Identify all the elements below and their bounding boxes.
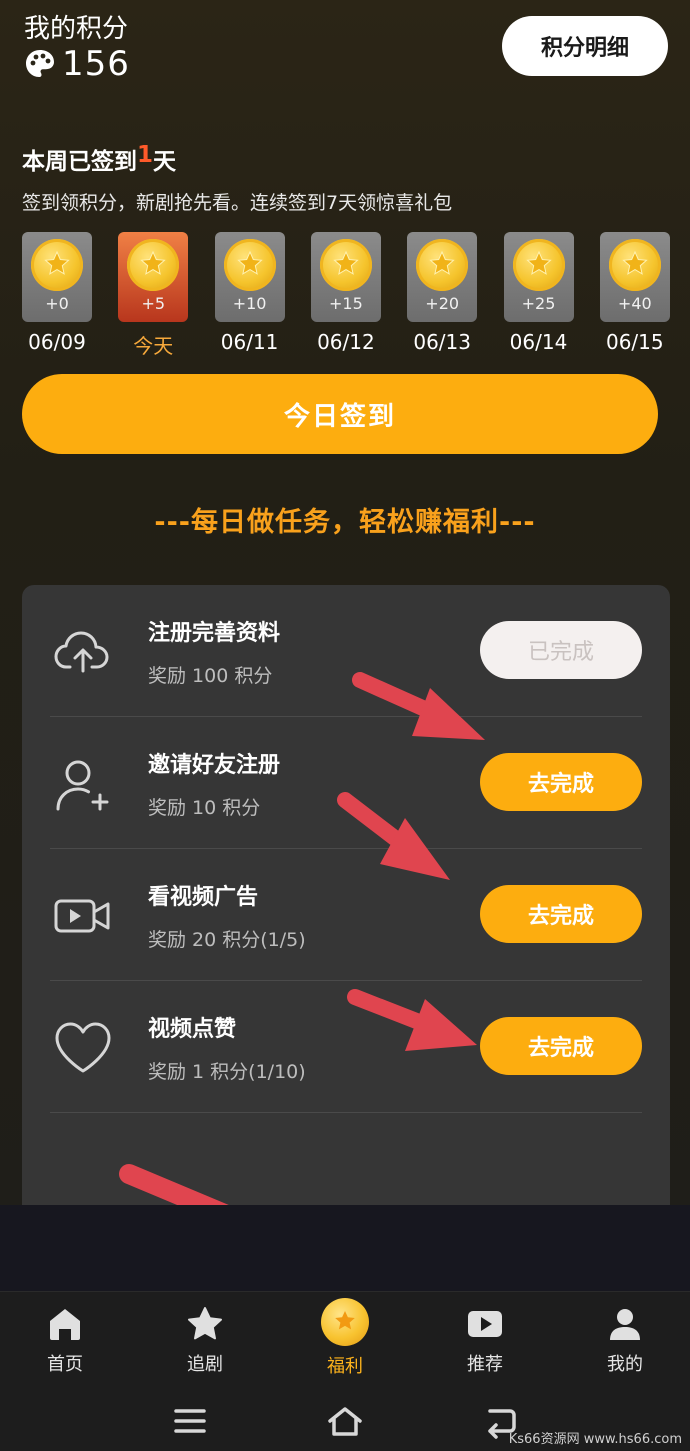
week-checkin-title: 本周已签到 1 天 xyxy=(22,142,176,176)
points-value: 156 xyxy=(62,44,130,84)
home-system-icon[interactable] xyxy=(325,1403,365,1439)
nav-item-drama[interactable]: 追剧 xyxy=(155,1304,255,1376)
checkin-day-bonus: +5 xyxy=(141,294,166,313)
bottom-nav: 首页 追剧 福利 推荐 我的 xyxy=(0,1291,690,1391)
menu-icon[interactable] xyxy=(170,1403,210,1439)
checkin-day: +40 06/15 xyxy=(599,232,670,354)
task-name: 视频点赞 xyxy=(148,1017,237,1042)
video-camera-icon xyxy=(54,899,110,933)
nav-item-welfare[interactable]: 福利 xyxy=(295,1298,395,1378)
week-checkin-subtitle: 签到领积分，新剧抢先看。连续签到7天领惊喜礼包 xyxy=(22,192,453,214)
checkin-day-date: 今天 xyxy=(133,334,174,358)
play-icon xyxy=(468,1311,502,1337)
cloud-upload-icon xyxy=(54,631,109,673)
points-row: 156 xyxy=(24,44,130,84)
checkin-day-card: +0 xyxy=(22,232,92,322)
user-icon xyxy=(610,1309,640,1340)
checkin-day-date: 06/12 xyxy=(317,330,375,354)
points-title: 我的积分 xyxy=(24,14,129,44)
coin-icon xyxy=(321,1298,369,1346)
checkin-day: +0 06/09 xyxy=(22,232,92,354)
arrow-annotation-2 xyxy=(337,792,450,880)
star-icon xyxy=(188,1307,222,1340)
home-icon xyxy=(50,1309,80,1340)
arrow-annotation-1 xyxy=(352,672,485,740)
nav-label: 我的 xyxy=(607,1354,643,1375)
nav-label: 推荐 xyxy=(467,1354,503,1375)
tasks-heading: ---每日做任务，轻松赚福利--- xyxy=(154,507,536,538)
system-nav-bar: Ks66资源网 www.hs66.com xyxy=(0,1391,690,1451)
checkin-day: +10 06/11 xyxy=(214,232,285,354)
nav-item-home[interactable]: 首页 xyxy=(15,1304,115,1376)
checkin-day-date: 06/11 xyxy=(220,330,279,354)
coin-icon xyxy=(223,239,276,291)
checkin-day-card: +40 xyxy=(599,232,670,322)
coin-icon xyxy=(31,239,83,291)
checkin-day-bonus: +40 xyxy=(617,294,652,313)
checkin-day-bonus: +20 xyxy=(425,294,460,313)
checkin-day-card: +15 xyxy=(310,232,381,322)
task-reward: 奖励 100 积分 xyxy=(148,665,273,687)
add-user-icon xyxy=(56,760,109,811)
checkin-day-card: +5 xyxy=(118,232,189,322)
task-go-button[interactable]: 去完成 xyxy=(480,753,642,811)
task-name: 看视频广告 xyxy=(148,885,259,910)
checkin-day: +25 06/14 xyxy=(503,232,574,354)
coin-icon xyxy=(512,239,565,291)
coin-icon xyxy=(416,239,469,291)
checkin-day-card: +25 xyxy=(503,232,574,322)
checkin-day-bonus: +10 xyxy=(232,294,267,313)
week-title-suffix: 天 xyxy=(153,149,177,175)
checkin-day: +20 06/13 xyxy=(407,232,478,354)
nav-label: 追剧 xyxy=(187,1354,223,1375)
task-completed-button[interactable]: 已完成 xyxy=(480,621,642,679)
arrow-annotation-3 xyxy=(347,989,477,1051)
checkin-day-card: +20 xyxy=(407,232,478,322)
week-title-prefix: 本周已签到 xyxy=(22,149,137,175)
task-reward: 奖励 10 积分 xyxy=(148,797,261,819)
checkin-day-date: 06/09 xyxy=(28,330,86,354)
checkin-day-bonus: +15 xyxy=(329,294,363,313)
nav-item-recommend[interactable]: 推荐 xyxy=(435,1304,535,1376)
bottom-spacer xyxy=(0,1205,690,1291)
checkin-day-card: +10 xyxy=(214,232,285,322)
daily-checkin-button[interactable]: 今日签到 xyxy=(22,374,658,454)
checkin-day-bonus: +25 xyxy=(521,294,556,313)
nav-label: 首页 xyxy=(47,1354,83,1375)
palette-icon xyxy=(26,50,54,77)
points-detail-button[interactable]: 积分明细 xyxy=(502,16,668,76)
heart-icon xyxy=(55,1022,111,1073)
checkin-day-bonus: +0 xyxy=(45,294,69,313)
week-title-count: 1 xyxy=(137,142,154,168)
coin-icon xyxy=(319,239,372,291)
nav-item-mine[interactable]: 我的 xyxy=(575,1304,675,1376)
coin-icon xyxy=(608,239,661,291)
checkin-day-date: 06/13 xyxy=(413,330,471,354)
task-go-button[interactable]: 去完成 xyxy=(480,885,642,943)
task-name: 注册完善资料 xyxy=(148,621,281,646)
checkin-day-date: 06/14 xyxy=(509,330,568,354)
checkin-day-date: 06/15 xyxy=(605,330,664,354)
checkin-day: +15 06/12 xyxy=(310,232,381,354)
checkin-day: +5 今天 xyxy=(118,232,189,359)
task-item-profile: 注册完善资料 奖励 100 积分 已完成 xyxy=(50,585,642,717)
task-reward: 奖励 1 积分(1/10) xyxy=(148,1061,306,1083)
task-go-button[interactable]: 去完成 xyxy=(480,1017,642,1075)
task-reward: 奖励 20 积分(1/5) xyxy=(148,929,306,951)
coin-icon xyxy=(127,239,180,291)
watermark-text: Ks66资源网 www.hs66.com xyxy=(508,1432,682,1447)
nav-label: 福利 xyxy=(327,1356,363,1377)
task-name: 邀请好友注册 xyxy=(148,753,281,778)
